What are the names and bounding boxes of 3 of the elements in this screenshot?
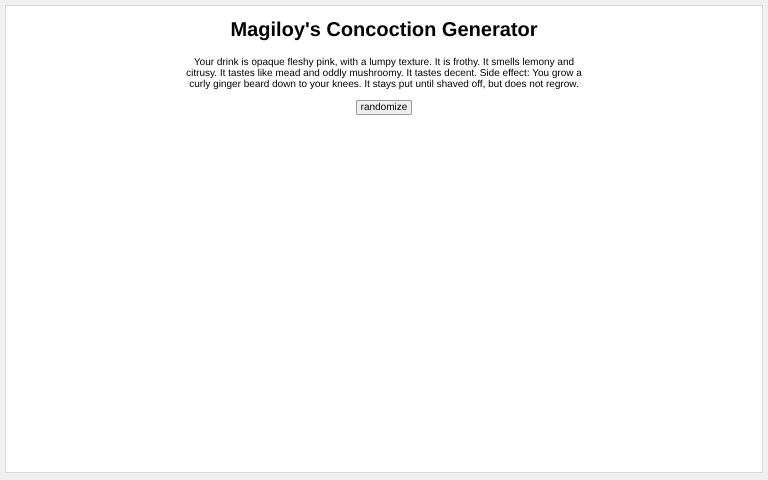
page-title: Magiloy's Concoction Generator [230, 18, 538, 42]
drink-description: Your drink is opaque fleshy pink, with a lumpy texture. It is frothy. It smells lemony and citrusy. It tastes like mead and oddly mushroomy. It tastes decent. Side effect: You grow a curly ginger beard down to your knees. It stays put until shaved off, but does not regrow. [185, 57, 583, 90]
randomize-button[interactable]: randomize [356, 100, 412, 115]
